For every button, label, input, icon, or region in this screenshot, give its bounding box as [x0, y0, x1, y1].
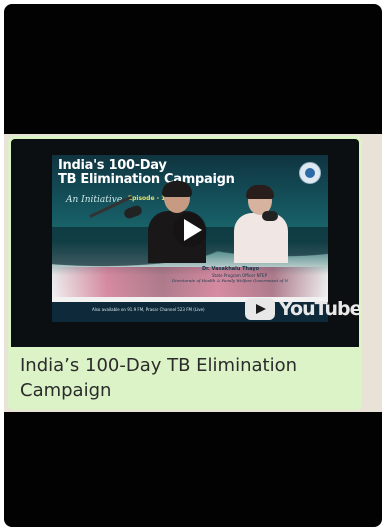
- video-preview[interactable]: India's 100-Day TB Elimination Campaign …: [11, 139, 359, 347]
- play-icon: [173, 213, 207, 247]
- person-right: [234, 185, 288, 263]
- microphone-icon: [122, 204, 144, 220]
- youtube-logo-icon: [245, 298, 275, 320]
- play-button[interactable]: [172, 212, 208, 248]
- youtube-label: YouTube: [279, 298, 359, 320]
- message-caption: India’s 100-Day TB Elimination Campaign: [20, 355, 298, 401]
- thumbnail-title: India's 100-Day TB Elimination Campaign: [58, 158, 235, 187]
- microphone-icon: [262, 211, 278, 221]
- speaker-directorate: Directorate of Health & Family Welfare G…: [172, 278, 289, 283]
- speaker-name: Dr. Vasakhalu Thayo: [202, 266, 260, 272]
- availability-text: Also available on 91.9 FM, Prasar Channe…: [92, 307, 205, 312]
- message-bubble[interactable]: India's 100-Day TB Elimination Campaign …: [8, 136, 362, 410]
- emblem-icon: [299, 162, 321, 184]
- youtube-watermark: YouTube: [245, 297, 359, 321]
